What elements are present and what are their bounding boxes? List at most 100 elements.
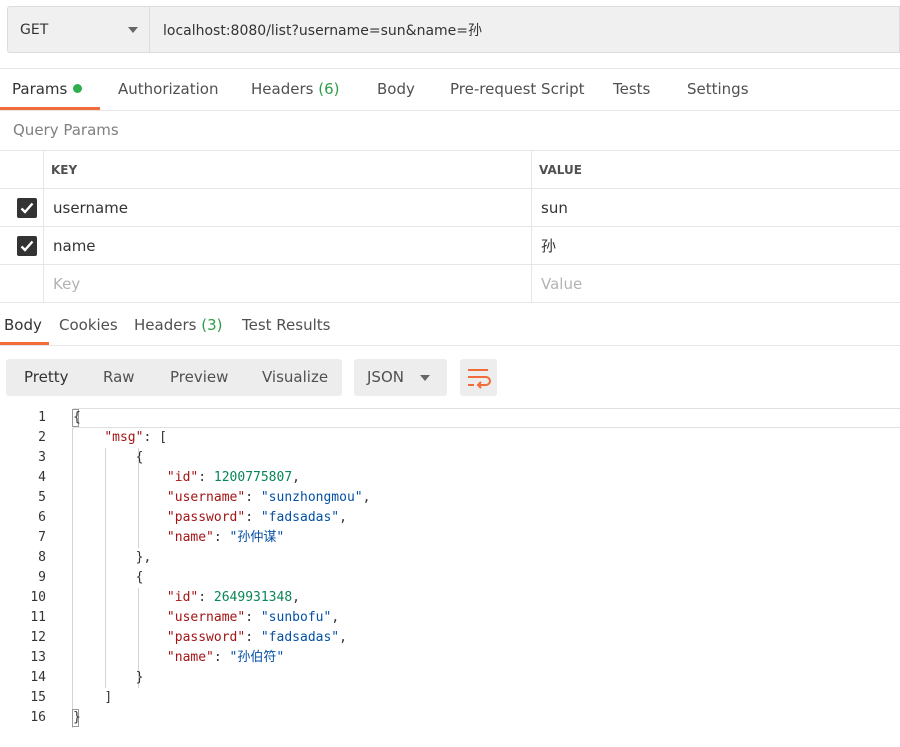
tab-settings[interactable]: Settings [687, 69, 749, 109]
key-column-header: KEY [51, 162, 78, 177]
query-params-title: Query Params [13, 121, 119, 139]
line-number: 1 [38, 410, 46, 425]
line-number: 6 [38, 510, 46, 525]
value-column-header: VALUE [531, 151, 900, 188]
headers-count: (6) [318, 80, 340, 98]
code-line: 6 "password": "fadsadas", [0, 508, 900, 528]
checkmark-icon [20, 202, 34, 214]
tab-tests[interactable]: Tests [613, 69, 650, 109]
code-line: 12 "password": "fadsadas", [0, 628, 900, 648]
line-number: 11 [30, 610, 46, 625]
code-line: 16} [0, 708, 900, 728]
json-string: "fadsadas" [260, 510, 340, 525]
line-number: 15 [30, 690, 46, 705]
json-number: 2649931348 [213, 590, 293, 605]
method-label: GET [20, 21, 49, 38]
json-string: "sunbofu" [260, 610, 332, 625]
param-key-field[interactable]: username [53, 189, 128, 226]
param-key-field[interactable]: name [53, 227, 96, 264]
json-key: "name" [166, 530, 214, 545]
pretty-button[interactable]: Pretty [24, 359, 69, 396]
tab-authorization[interactable]: Authorization [118, 69, 218, 109]
format-select[interactable]: JSON [354, 359, 447, 396]
json-string: "sunzhongmou" [260, 490, 363, 505]
line-number: 13 [30, 650, 46, 665]
new-value-input[interactable]: Value [531, 265, 900, 302]
json-key: "id" [166, 590, 199, 605]
param-checkbox[interactable] [17, 198, 37, 218]
check-cell [0, 189, 44, 226]
table-row: username sun [0, 188, 900, 226]
line-number: 14 [30, 670, 46, 685]
query-params-table: KEY VALUE username sun name 孙 Key Value [0, 150, 900, 303]
check-cell [0, 227, 44, 264]
request-bar: GET localhost:8080/list?username=sun&nam… [7, 6, 900, 55]
response-body-code[interactable]: 1{ 2 "msg": [ 3 { 4 "id": 1200775807, 5 … [0, 408, 900, 728]
code-line: 7 "name": "孙仲谋" [0, 528, 900, 548]
url-input[interactable]: localhost:8080/list?username=sun&name=孙 [149, 6, 900, 53]
json-key: "password" [166, 510, 246, 525]
request-tabs: Params Authorization Headers (6) Body Pr… [0, 68, 900, 111]
line-number: 10 [30, 590, 46, 605]
tab-prerequest-script[interactable]: Pre-request Script [450, 69, 585, 109]
preview-button[interactable]: Preview [170, 359, 228, 396]
line-number: 16 [30, 710, 46, 725]
line-number: 2 [38, 430, 46, 445]
tab-body[interactable]: Body [377, 69, 415, 109]
response-tabs: Body Cookies Headers (3) Test Results [0, 305, 900, 346]
tab-response-headers[interactable]: Headers (3) [134, 305, 222, 345]
active-tab-indicator [0, 107, 100, 110]
chevron-down-icon [420, 375, 430, 381]
json-key: "username" [166, 610, 246, 625]
param-value-field[interactable]: 孙 [531, 227, 900, 264]
code-line: 11 "username": "sunbofu", [0, 608, 900, 628]
json-string: "孙伯符" [229, 650, 285, 665]
tab-headers-label: Headers [251, 80, 314, 98]
table-row-empty: Key Value [0, 264, 900, 303]
wrap-lines-icon [468, 369, 491, 389]
code-line: 10 "id": 2649931348, [0, 588, 900, 608]
tab-params[interactable]: Params [12, 69, 83, 109]
code-line: 3 { [0, 448, 900, 468]
check-cell [0, 265, 44, 302]
checkmark-icon [20, 240, 34, 252]
json-string: "孙仲谋" [229, 530, 285, 545]
code-line: 13 "name": "孙伯符" [0, 648, 900, 668]
code-line: 1{ [0, 408, 900, 428]
tab-headers[interactable]: Headers (6) [251, 69, 339, 109]
line-number: 7 [38, 530, 46, 545]
line-number: 12 [30, 630, 46, 645]
json-key: "id" [166, 470, 199, 485]
visualize-button[interactable]: Visualize [262, 359, 328, 396]
tab-params-label: Params [12, 80, 68, 98]
line-number: 4 [38, 470, 46, 485]
code-line: 14 } [0, 668, 900, 688]
json-key: "username" [166, 490, 246, 505]
tab-test-results[interactable]: Test Results [242, 305, 330, 345]
code-line: 5 "username": "sunzhongmou", [0, 488, 900, 508]
tab-response-headers-label: Headers [134, 316, 197, 334]
new-key-input[interactable]: Key [53, 265, 80, 302]
code-line: 9 { [0, 568, 900, 588]
format-label: JSON [367, 368, 404, 386]
header-check-cell [0, 151, 44, 188]
chevron-down-icon [128, 26, 138, 33]
line-number: 9 [38, 570, 46, 585]
wrap-lines-button[interactable] [460, 359, 497, 396]
code-line: 4 "id": 1200775807, [0, 468, 900, 488]
line-number: 5 [38, 490, 46, 505]
tab-cookies[interactable]: Cookies [59, 305, 118, 345]
table-header-row: KEY VALUE [0, 150, 900, 188]
json-key: "name" [166, 650, 214, 665]
param-checkbox[interactable] [17, 236, 37, 256]
json-key: "password" [166, 630, 246, 645]
param-value-field[interactable]: sun [531, 189, 900, 226]
table-row: name 孙 [0, 226, 900, 264]
json-string: "fadsadas" [260, 630, 340, 645]
code-line: 8 }, [0, 548, 900, 568]
params-active-dot-icon [73, 84, 83, 93]
tab-response-body[interactable]: Body [4, 305, 42, 345]
json-number: 1200775807 [213, 470, 293, 485]
method-select[interactable]: GET [7, 6, 149, 53]
raw-button[interactable]: Raw [103, 359, 135, 396]
